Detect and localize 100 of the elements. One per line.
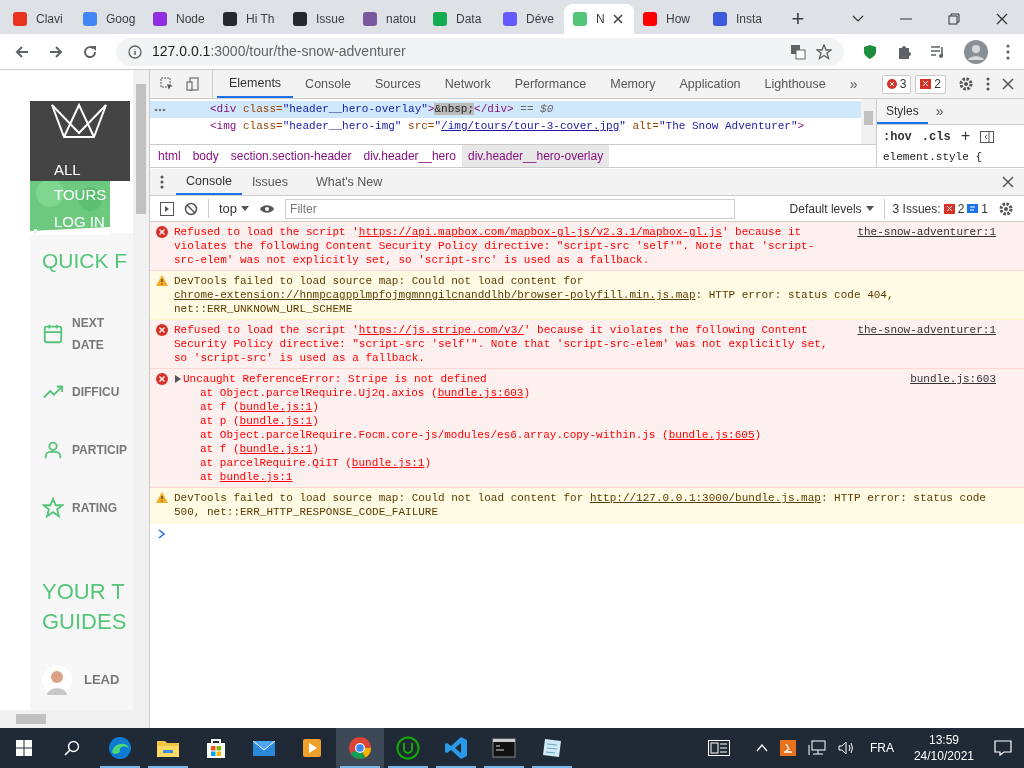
- clear-icon[interactable]: [184, 201, 198, 216]
- message-link[interactable]: bundle.js:1: [219, 471, 293, 483]
- sidebar-toggle-icon[interactable]: [160, 201, 174, 216]
- menu-icon[interactable]: [1006, 43, 1010, 60]
- more-tabs-button[interactable]: »: [927, 99, 952, 124]
- message-link[interactable]: bundle.js:603: [437, 387, 524, 399]
- new-tab-button[interactable]: +: [786, 4, 810, 34]
- network-icon[interactable]: [807, 740, 826, 756]
- address-field[interactable]: 127.0.0.1:3000/tour/the-snow-adventurer: [116, 37, 844, 66]
- code-editor-icon: [444, 736, 468, 760]
- issue-count: 2: [957, 200, 965, 218]
- code-link[interactable]: /img/tours/tour-3-cover.jpg: [441, 120, 620, 133]
- drawer-tab[interactable]: Issues: [241, 169, 298, 195]
- close-icon[interactable]: [1002, 176, 1014, 188]
- message-link[interactable]: https://api.mapbox.com/mapbox-gl-js/v2.3.1/mapbox-gl.js: [358, 226, 722, 238]
- new-rule-button[interactable]: +: [960, 125, 971, 149]
- source-link[interactable]: the-snow-adventurer:1: [857, 225, 1018, 239]
- error-count-button[interactable]: 3: [881, 74, 912, 94]
- message-link[interactable]: chrome-extension://hnmpcagpplmpfojmgmnngilcnanddlhb/browser-polyfill.min.js.map: [174, 289, 696, 301]
- context-select[interactable]: top: [208, 198, 250, 219]
- collapsed-caret-icon[interactable]: [174, 375, 181, 383]
- reload-icon[interactable]: [82, 43, 98, 60]
- vertical-scrollbar[interactable]: [133, 70, 149, 710]
- tray-app-icon[interactable]: [779, 740, 796, 756]
- filter-field[interactable]: Filter: [285, 198, 736, 219]
- message-link[interactable]: http://127.0.0.1:3000/bundle.js.map: [589, 492, 821, 504]
- windows-start-icon[interactable]: [16, 740, 32, 756]
- issues-button[interactable]: 3 Issues: 2 1: [883, 198, 988, 219]
- issue-count: 1: [981, 200, 988, 218]
- crown-logo-icon[interactable]: [50, 103, 108, 139]
- more-icon[interactable]: [160, 175, 164, 189]
- horizontal-scrollbar[interactable]: [0, 710, 149, 728]
- close-icon[interactable]: [1002, 78, 1014, 90]
- issue-count-button[interactable]: 2: [915, 74, 946, 94]
- message-link[interactable]: bundle.js:605: [668, 429, 755, 441]
- shield-icon[interactable]: [862, 43, 878, 60]
- translate-icon[interactable]: [790, 43, 806, 60]
- message-link[interactable]: bundle.js:1: [239, 415, 313, 427]
- chevron-up-icon[interactable]: [755, 744, 768, 752]
- message-link[interactable]: https://js.stripe.com/v3/: [358, 324, 524, 336]
- warning-icon: [156, 492, 168, 504]
- devtools-tab[interactable]: Console: [293, 70, 363, 98]
- close-icon[interactable]: [612, 14, 623, 24]
- drawer-tab[interactable]: Console: [176, 169, 242, 195]
- close-icon[interactable]: [996, 13, 1008, 25]
- dom-row[interactable]: <img class="header__hero-img" src="/img/tours/tour-3-cover.jpg" alt="The Snow Adventurer">: [150, 118, 861, 135]
- clock[interactable]: 13:59 24/10/2021: [913, 732, 974, 764]
- news-icon[interactable]: [707, 740, 730, 756]
- breadcrumb[interactable]: html: [152, 145, 187, 167]
- message-link[interactable]: bundle.js:1: [351, 457, 425, 469]
- avatar-icon[interactable]: [964, 39, 988, 64]
- breadcrumb[interactable]: body: [186, 145, 225, 167]
- nav-link[interactable]: ALL TOURS: [54, 157, 106, 207]
- devtools-tab[interactable]: Lighthouse: [752, 70, 838, 98]
- levels-dropdown[interactable]: Default levels: [789, 199, 874, 218]
- class-toggle[interactable]: .cls: [921, 128, 951, 146]
- vertical-scrollbar[interactable]: [861, 99, 876, 145]
- source-link[interactable]: the-snow-adventurer:1: [857, 323, 1018, 337]
- puzzle-icon[interactable]: [896, 43, 912, 60]
- notepad-icon: [540, 736, 564, 760]
- stack-frame: at p (bundle.js:1): [174, 414, 319, 428]
- breadcrumb[interactable]: section.section-header: [224, 145, 358, 167]
- source-link[interactable]: bundle.js:603: [910, 372, 1018, 386]
- message-icon: [967, 203, 979, 214]
- drawer-tab[interactable]: What's New: [306, 169, 393, 195]
- media-icon[interactable]: [930, 43, 946, 60]
- notification-icon[interactable]: [994, 740, 1012, 756]
- sidebar-toggle-icon[interactable]: [980, 131, 995, 143]
- prompt-icon[interactable]: [158, 529, 166, 539]
- browser-tab[interactable]: N: [564, 4, 634, 34]
- ellipsis-icon[interactable]: [154, 107, 166, 112]
- devtools-tab[interactable]: Network: [432, 70, 503, 98]
- breadcrumb[interactable]: div.header__hero-overlay: [461, 145, 610, 167]
- chevron-down-icon[interactable]: [852, 15, 864, 23]
- info-icon[interactable]: [128, 44, 142, 59]
- styles-tab[interactable]: Styles: [877, 99, 928, 124]
- volume-icon[interactable]: [837, 740, 856, 756]
- settings-icon[interactable]: [998, 200, 1014, 217]
- star-icon[interactable]: [816, 43, 832, 60]
- eye-icon[interactable]: [259, 203, 276, 214]
- message-link[interactable]: bundle.js:1: [239, 401, 313, 413]
- language-indicator[interactable]: FRA: [869, 739, 894, 757]
- selected-dom-row[interactable]: <div class="header__hero-overlay">&nbsp;</div> == $0: [150, 101, 861, 118]
- message-link[interactable]: bundle.js:1: [239, 443, 313, 455]
- search-icon[interactable]: [64, 740, 80, 756]
- inspect-icon[interactable]: [160, 77, 174, 91]
- restore-icon[interactable]: [948, 13, 960, 25]
- stack-frame: at Object.parcelRequire.Uj2q.axios (bundle.js:603): [174, 386, 531, 400]
- breadcrumb[interactable]: div.header__hero: [357, 145, 462, 167]
- more-tabs-button[interactable]: »: [849, 73, 858, 95]
- devtools-tab[interactable]: Sources: [363, 70, 433, 98]
- back-arrow-icon[interactable]: [14, 43, 30, 60]
- settings-icon[interactable]: [958, 76, 974, 92]
- forward-arrow-icon[interactable]: [48, 43, 64, 60]
- devtools-tab[interactable]: Memory: [598, 70, 668, 98]
- devtools-tab[interactable]: Performance: [502, 70, 599, 98]
- more-icon[interactable]: [986, 77, 990, 91]
- hover-toggle[interactable]: :hov: [883, 128, 912, 146]
- device-icon[interactable]: [186, 77, 200, 91]
- devtools-tab[interactable]: Application: [667, 70, 753, 98]
